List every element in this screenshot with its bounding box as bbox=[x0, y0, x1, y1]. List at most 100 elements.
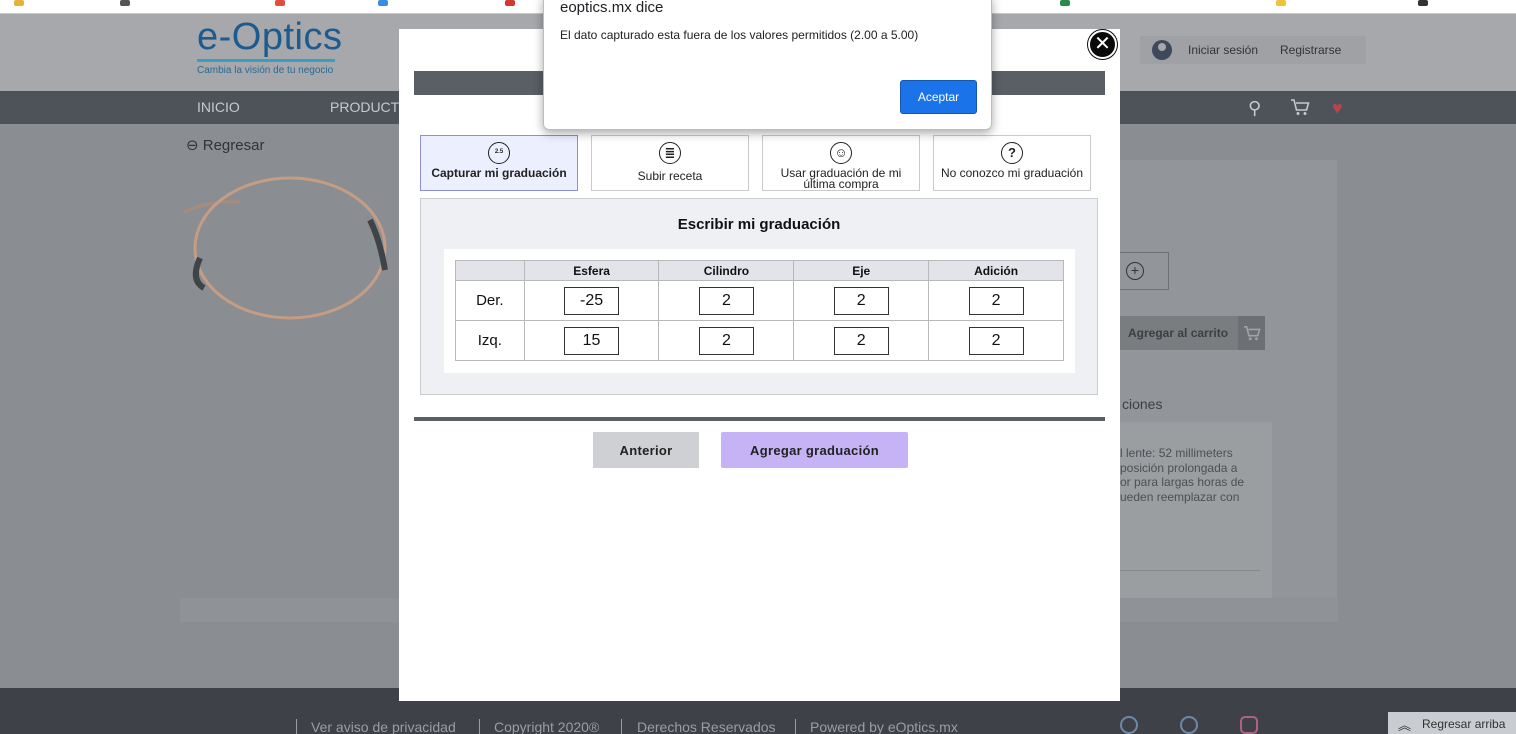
option-label: Capturar mi graduación bbox=[431, 166, 567, 180]
footer-separator bbox=[296, 719, 297, 734]
bookmark-icon[interactable] bbox=[378, 0, 388, 6]
product-image bbox=[180, 160, 400, 335]
alert-title: eoptics.mx dice bbox=[560, 0, 664, 16]
alert-message: El dato capturado esta fuera de los valo… bbox=[560, 28, 919, 42]
prescription-table: Esfera Cilindro Eje Adición Der. Izq. bbox=[455, 260, 1064, 361]
right-cylinder-input[interactable] bbox=[698, 286, 754, 315]
close-icon[interactable]: ✕ bbox=[1088, 30, 1117, 59]
row-label: Der. bbox=[455, 280, 525, 321]
powered-by-link[interactable]: Powered by eOptics.mx bbox=[810, 719, 958, 734]
table-cell bbox=[523, 280, 660, 321]
product-description: l lente: 52 millimeters posición prolong… bbox=[1110, 422, 1272, 598]
add-prescription-button[interactable]: Agregar graduación bbox=[721, 432, 908, 468]
section-title: Escribir mi graduación bbox=[677, 216, 841, 233]
footer-separator bbox=[621, 719, 622, 734]
browser-alert-dialog: eoptics.mx dice El dato capturado esta f… bbox=[543, 0, 992, 130]
back-to-top-button[interactable]: ︽ Regresar arriba bbox=[1388, 712, 1516, 734]
bookmark-icon[interactable] bbox=[1060, 0, 1070, 6]
document-list-icon: ≣ bbox=[659, 142, 681, 164]
bookmark-icon[interactable] bbox=[14, 0, 24, 6]
bookmark-icon[interactable] bbox=[505, 0, 515, 6]
footer-separator bbox=[795, 719, 796, 734]
alert-accept-button[interactable]: Aceptar bbox=[900, 80, 977, 114]
back-arrow-icon: ⊖ bbox=[186, 137, 199, 154]
table-cell bbox=[928, 320, 1064, 361]
add-to-cart-button[interactable]: Agregar al carrito bbox=[1110, 316, 1265, 350]
description-line: or para largas horas de bbox=[1120, 475, 1245, 489]
copyright-text: Copyright 2020® bbox=[494, 719, 600, 734]
description-line: posición prolongada a bbox=[1120, 460, 1238, 475]
back-link[interactable]: ⊖ Regresar bbox=[186, 136, 264, 154]
cart-icon bbox=[1238, 316, 1265, 350]
column-header: Adición bbox=[928, 260, 1064, 281]
option-unknown-prescription[interactable]: ? No conozco mi graduación bbox=[933, 135, 1091, 191]
right-sphere-input[interactable] bbox=[564, 286, 620, 315]
description-line: l lente: 52 millimeters bbox=[1120, 446, 1233, 460]
left-addition-input[interactable] bbox=[968, 326, 1024, 355]
instagram-icon[interactable] bbox=[1240, 716, 1258, 734]
nav-item-productos[interactable]: PRODUCTO bbox=[330, 99, 410, 115]
previous-button[interactable]: Anterior bbox=[593, 432, 699, 468]
table-row: Der. bbox=[455, 280, 1064, 321]
site-logo[interactable]: e-Optics Cambia la visión de tu negocio bbox=[197, 17, 342, 76]
modal-divider bbox=[414, 417, 1105, 421]
column-header bbox=[455, 260, 525, 281]
column-header: Cilindro bbox=[658, 260, 795, 281]
nav-item-inicio[interactable]: INICIO bbox=[197, 99, 240, 115]
bookmark-icon[interactable] bbox=[1276, 0, 1286, 6]
bookmark-icon[interactable] bbox=[120, 0, 130, 6]
right-addition-input[interactable] bbox=[968, 286, 1024, 315]
footer-separator bbox=[479, 719, 480, 734]
table-row: Izq. bbox=[455, 320, 1064, 361]
left-cylinder-input[interactable] bbox=[698, 326, 754, 355]
question-icon: ? bbox=[1001, 142, 1023, 164]
left-sphere-input[interactable] bbox=[564, 326, 620, 355]
bookmark-icon[interactable] bbox=[1418, 0, 1428, 6]
table-cell bbox=[793, 280, 930, 321]
user-icon: ☺ bbox=[830, 142, 852, 164]
twitter-icon[interactable] bbox=[1180, 716, 1198, 734]
description-line: ueden reemplazar con bbox=[1120, 489, 1240, 504]
option-label: Subir receta bbox=[637, 169, 703, 183]
account-links: Iniciar sesión Registrarse bbox=[1140, 36, 1366, 64]
rights-text: Derechos Reservados bbox=[637, 719, 776, 734]
plus-icon[interactable]: + bbox=[1126, 262, 1144, 280]
search-icon[interactable]: ⚲ bbox=[1248, 98, 1261, 119]
back-to-top-label: Regresar arriba bbox=[1422, 717, 1506, 731]
user-avatar-icon bbox=[1152, 40, 1172, 60]
logo-text: e-Optics bbox=[197, 16, 343, 58]
product-tab-label[interactable]: ciones bbox=[1122, 396, 1162, 412]
left-axis-input[interactable] bbox=[833, 326, 889, 355]
prescription-table-card: Esfera Cilindro Eje Adición Der. Izq. bbox=[444, 249, 1075, 373]
favorites-heart-icon[interactable]: ♥ bbox=[1332, 98, 1343, 119]
table-cell bbox=[658, 280, 795, 321]
table-cell bbox=[928, 280, 1064, 321]
table-cell bbox=[793, 320, 930, 361]
logo-tagline: Cambia la visión de tu negocio bbox=[197, 65, 334, 76]
right-axis-input[interactable] bbox=[833, 286, 889, 315]
login-link[interactable]: Iniciar sesión bbox=[1188, 43, 1258, 57]
cart-icon[interactable] bbox=[1290, 98, 1310, 121]
table-cell bbox=[658, 320, 795, 361]
back-link-label: Regresar bbox=[202, 137, 265, 154]
column-header: Esfera bbox=[523, 260, 660, 281]
privacy-link[interactable]: Ver aviso de privacidad bbox=[311, 719, 456, 734]
register-link[interactable]: Registrarse bbox=[1280, 43, 1341, 57]
option-label: No conozco mi graduación bbox=[940, 166, 1084, 180]
facebook-icon[interactable] bbox=[1120, 716, 1138, 734]
option-last-purchase[interactable]: ☺ Usar graduación de mi última compra bbox=[762, 135, 920, 191]
logo-underline bbox=[197, 59, 335, 62]
table-header-row: Esfera Cilindro Eje Adición bbox=[455, 260, 1064, 281]
option-capture-prescription[interactable]: 2.5 Capturar mi graduación bbox=[420, 135, 578, 191]
bookmark-icon[interactable] bbox=[275, 0, 285, 6]
option-upload-prescription[interactable]: ≣ Subir receta bbox=[591, 135, 749, 191]
prescription-form-panel: Escribir mi graduación Esfera Cilindro E… bbox=[420, 198, 1098, 395]
table-cell bbox=[523, 320, 660, 361]
divider bbox=[1110, 570, 1260, 571]
column-header: Eje bbox=[793, 260, 930, 281]
double-chevron-up-icon: ︽ bbox=[1398, 718, 1412, 733]
add-to-cart-label: Agregar al carrito bbox=[1128, 326, 1229, 340]
option-label: Usar graduación de mi última compra bbox=[780, 166, 902, 191]
row-label: Izq. bbox=[455, 320, 525, 361]
prescription-value-icon: 2.5 bbox=[488, 142, 510, 164]
